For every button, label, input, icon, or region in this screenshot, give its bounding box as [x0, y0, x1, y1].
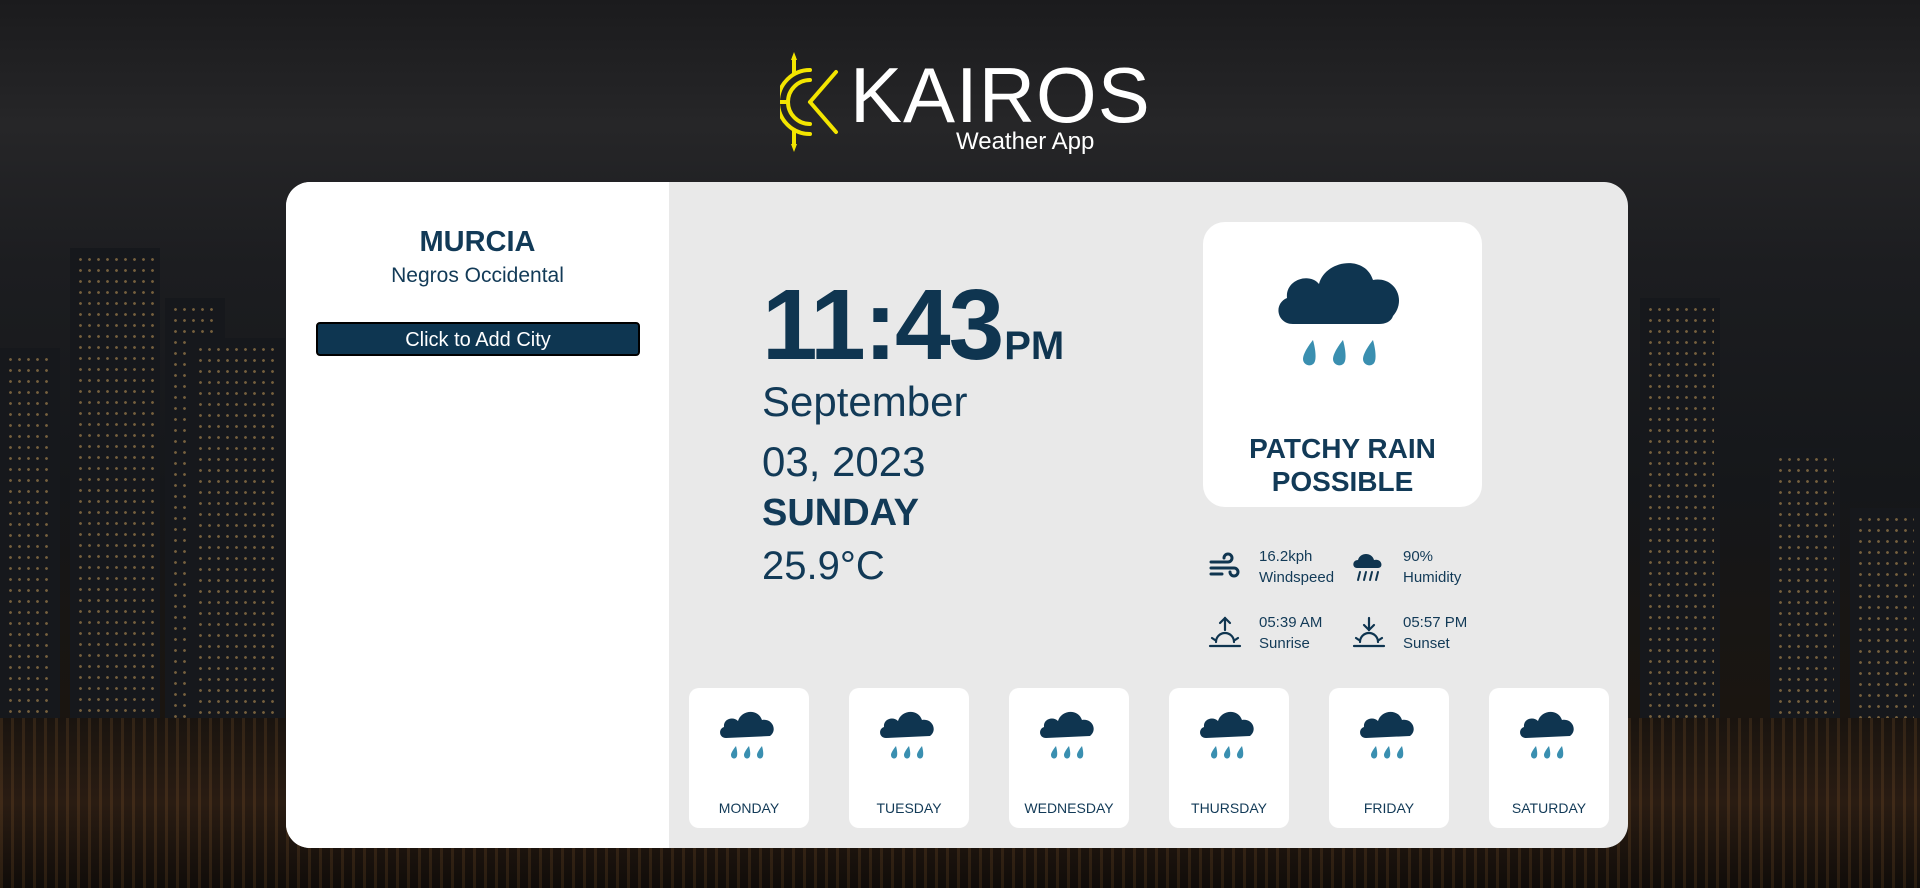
time-value: 11:43 — [762, 269, 1004, 381]
humidity-rain-icon — [1353, 554, 1382, 581]
sunset-icon — [1352, 616, 1386, 648]
forecast-card: WEDNESDAY — [1009, 688, 1129, 828]
wind-icon — [1209, 552, 1240, 578]
date-day-year: 03, 2023 — [762, 438, 926, 485]
location-panel: MURCIA Negros Occidental Click to Add Ci… — [286, 182, 669, 848]
current-temperature: 25.9°C — [762, 544, 885, 588]
sunset-value: 05:57 PM — [1403, 614, 1468, 631]
sunrise-label: Sunrise — [1259, 635, 1310, 652]
rain-cloud-icon — [1040, 711, 1094, 759]
rain-cloud-icon — [1200, 711, 1254, 759]
current-weekday: SUNDAY — [762, 492, 919, 534]
city-name: MURCIA — [419, 226, 536, 258]
sunrise-value: 05:39 AM — [1259, 614, 1323, 631]
brand-name: KAIROS — [850, 51, 1151, 139]
forecast-day: SATURDAY — [1511, 800, 1587, 816]
windspeed-value: 16.2kph — [1259, 548, 1313, 565]
rain-cloud-icon — [880, 711, 934, 759]
sunrise-icon — [1208, 616, 1242, 648]
brand-tagline: Weather App — [956, 128, 1095, 155]
time-ampm: PM — [1004, 324, 1065, 368]
condition-text: PATCHY RAIN POSSIBLE — [1249, 433, 1436, 497]
rain-cloud-icon — [720, 711, 774, 759]
windspeed-label: Windspeed — [1259, 569, 1335, 586]
weather-card: MURCIA Negros Occidental Click to Add Ci… — [286, 182, 1628, 848]
app-logo: KAIROS Weather App — [780, 48, 1150, 158]
date-month: September — [762, 378, 968, 425]
sun-logo-icon — [780, 52, 838, 152]
add-city-button[interactable]: Click to Add City — [316, 322, 640, 356]
rain-cloud-icon — [1520, 711, 1574, 759]
province-name: Negros Occidental — [391, 264, 564, 287]
forecast-card: SATURDAY — [1489, 688, 1609, 828]
condition-card: PATCHY RAIN POSSIBLE — [1203, 222, 1482, 507]
forecast-day: TUESDAY — [876, 800, 942, 816]
forecast-card: MONDAY — [689, 688, 809, 828]
rain-cloud-icon — [1278, 263, 1400, 366]
forecast-card: TUESDAY — [849, 688, 969, 828]
forecast-day: THURSDAY — [1191, 800, 1267, 816]
humidity-label: Humidity — [1403, 569, 1462, 586]
humidity-value: 90% — [1403, 548, 1434, 565]
forecast-card: THURSDAY — [1169, 688, 1289, 828]
sunset-label: Sunset — [1403, 635, 1450, 652]
forecast-day: WEDNESDAY — [1024, 800, 1114, 816]
rain-cloud-icon — [1360, 711, 1414, 759]
forecast-day: MONDAY — [718, 800, 780, 816]
forecast-card: FRIDAY — [1329, 688, 1449, 828]
forecast-day: FRIDAY — [1363, 800, 1415, 816]
current-time: 11:43PM — [762, 268, 1064, 383]
